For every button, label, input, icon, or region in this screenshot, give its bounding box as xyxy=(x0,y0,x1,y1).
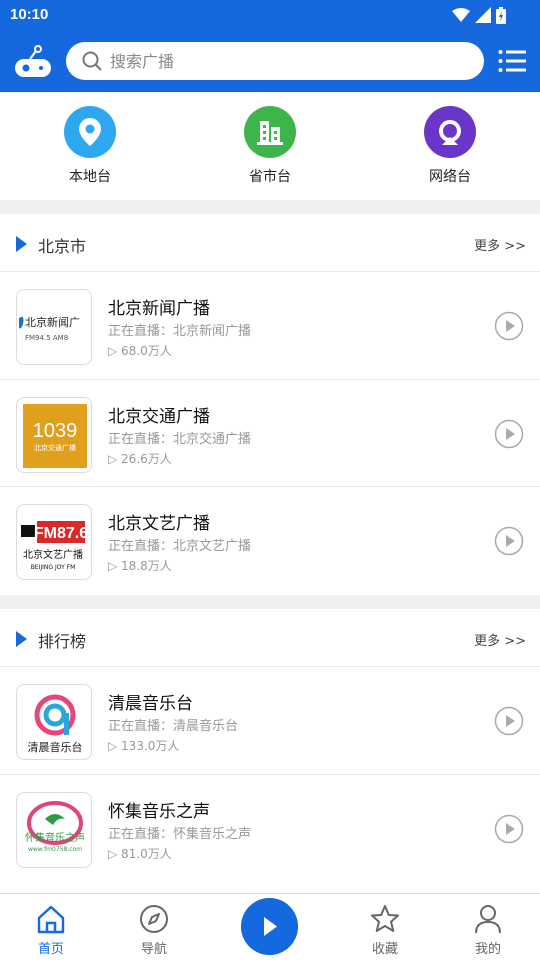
section-marker-icon xyxy=(16,236,27,252)
category-label: 本地台 xyxy=(69,169,111,185)
home-icon xyxy=(37,905,65,934)
tab-favorites[interactable]: 收藏 xyxy=(340,894,430,960)
listener-count: 18.8万人 xyxy=(121,559,172,573)
category-label: 省市台 xyxy=(249,169,291,185)
svg-text:清晨音乐台: 清晨音乐台 xyxy=(28,740,83,754)
station-listeners: ▷ 18.8万人 xyxy=(108,559,172,573)
category-local[interactable]: 本地台 xyxy=(40,106,140,186)
tab-navigation[interactable]: 导航 xyxy=(109,894,199,960)
station-logo: 北京新闻广 FM94.5 AM8 xyxy=(16,289,92,365)
tab-label: 导航 xyxy=(140,942,167,957)
listener-count: 68.0万人 xyxy=(121,344,172,358)
station-name: 北京交通广播 xyxy=(108,406,210,427)
station-name: 怀集音乐之声 xyxy=(108,801,210,822)
player-play-button[interactable] xyxy=(241,898,298,955)
more-link[interactable]: 更多 >> xyxy=(474,630,526,649)
section-ranking: 排行榜 更多 >> 清晨音乐台 清晨音乐台 正在直播：清晨音乐台 ▷ 133.0… xyxy=(0,609,540,893)
section-marker-icon xyxy=(16,631,27,647)
play-circle-icon[interactable] xyxy=(494,814,524,844)
network-icon xyxy=(424,106,476,158)
section-beijing: 北京市 更多 >> 北京新闻广 FM94.5 AM8 北京新闻广播 正在直播：北… xyxy=(0,214,540,595)
section-title: 排行榜 xyxy=(38,632,87,651)
building-icon xyxy=(244,106,296,158)
station-logo: 1039 北京交通广播 xyxy=(16,396,92,473)
listener-count: 26.6万人 xyxy=(121,451,172,466)
svg-text:FM94.5 AM8: FM94.5 AM8 xyxy=(25,334,68,342)
section-title: 北京市 xyxy=(38,237,87,256)
status-bar: 10:10 xyxy=(0,0,540,30)
app-bar xyxy=(0,30,540,92)
user-icon xyxy=(475,905,501,934)
play-circle-icon[interactable] xyxy=(494,706,524,736)
station-logo: 怀集音乐之声 www.fm0758.com xyxy=(16,791,92,868)
tab-profile[interactable]: 我的 xyxy=(443,894,533,960)
station-name: 北京文艺广播 xyxy=(108,514,210,534)
tab-label: 首页 xyxy=(37,942,64,957)
status-icons xyxy=(452,6,506,24)
category-bar: 本地台 省市台 网络台 xyxy=(0,92,540,200)
svg-text:www.fm0758.com: www.fm0758.com xyxy=(28,846,82,853)
station-row[interactable]: FM87.6 北京文艺广播 BEIJING JOY FM 北京文艺广播 正在直播… xyxy=(0,487,540,595)
play-circle-icon[interactable] xyxy=(494,419,524,449)
section-header: 排行榜 更多 >> xyxy=(0,609,540,667)
play-circle-icon[interactable] xyxy=(494,311,524,341)
station-name: 清晨音乐台 xyxy=(108,694,193,714)
tab-home[interactable]: 首页 xyxy=(6,894,96,960)
svg-text:北京交通广播: 北京交通广播 xyxy=(34,443,76,452)
listener-count: 81.0万人 xyxy=(121,846,172,861)
radio-logo-icon[interactable] xyxy=(14,45,52,79)
station-listeners: ▷ 26.6万人 xyxy=(108,451,172,466)
station-live: 正在直播：清晨音乐台 xyxy=(108,719,239,734)
station-live: 正在直播：北京新闻广播 xyxy=(108,324,252,339)
category-province[interactable]: 省市台 xyxy=(220,106,320,186)
station-logo-art: 北京新闻广 FM94.5 AM8 xyxy=(19,315,80,342)
category-label: 网络台 xyxy=(429,169,471,185)
svg-text:北京新闻广: 北京新闻广 xyxy=(25,315,80,329)
list-menu-icon[interactable] xyxy=(498,49,526,73)
station-row[interactable]: 清晨音乐台 清晨音乐台 正在直播：清晨音乐台 ▷ 133.0万人 xyxy=(0,667,540,775)
category-network[interactable]: 网络台 xyxy=(400,106,500,186)
section-header: 北京市 更多 >> xyxy=(0,214,540,272)
tab-label: 收藏 xyxy=(371,942,398,957)
star-icon xyxy=(371,905,399,932)
station-listeners: ▷ 81.0万人 xyxy=(108,846,172,861)
station-row[interactable]: 1039 北京交通广播 北京交通广播 正在直播：北京交通广播 ▷ 26.6万人 xyxy=(0,380,540,487)
status-time: 10:10 xyxy=(10,6,49,23)
location-pin-icon xyxy=(64,106,116,158)
station-row[interactable]: 怀集音乐之声 www.fm0758.com 怀集音乐之声 正在直播：怀集音乐之声… xyxy=(0,775,540,883)
station-listeners: ▷ 68.0万人 xyxy=(108,344,172,358)
station-logo: 清晨音乐台 xyxy=(16,684,92,760)
svg-text:北京文艺广播: 北京文艺广播 xyxy=(23,548,83,561)
svg-text:BEIJING JOY FM: BEIJING JOY FM xyxy=(31,564,76,571)
station-live: 正在直播：怀集音乐之声 xyxy=(108,826,252,842)
play-circle-icon[interactable] xyxy=(494,526,524,556)
search-bar[interactable] xyxy=(66,42,484,80)
search-icon xyxy=(82,51,102,71)
signal-icon xyxy=(475,7,491,23)
battery-icon xyxy=(496,6,506,24)
tab-label: 我的 xyxy=(474,942,501,957)
more-link[interactable]: 更多 >> xyxy=(474,235,526,254)
station-logo-art: 清晨音乐台 xyxy=(28,694,83,754)
station-logo: FM87.6 北京文艺广播 BEIJING JOY FM xyxy=(16,504,92,580)
station-name: 北京新闻广播 xyxy=(108,299,210,319)
search-input[interactable] xyxy=(110,48,470,74)
svg-text:1039: 1039 xyxy=(33,420,78,442)
listener-count: 133.0万人 xyxy=(121,739,180,753)
station-logo-art: FM87.6 北京文艺广播 BEIJING JOY FM xyxy=(21,521,88,571)
wifi-icon xyxy=(452,8,470,22)
station-logo-art: 1039 北京交通广播 xyxy=(23,403,87,468)
station-logo-art: 怀集音乐之声 www.fm0758.com xyxy=(25,800,85,853)
compass-icon xyxy=(140,905,168,933)
svg-text:FM87.6: FM87.6 xyxy=(34,525,88,542)
station-live: 正在直播：北京文艺广播 xyxy=(108,539,252,554)
station-listeners: ▷ 133.0万人 xyxy=(108,739,180,753)
station-live: 正在直播：北京交通广播 xyxy=(108,431,252,447)
station-row[interactable]: 北京新闻广 FM94.5 AM8 北京新闻广播 正在直播：北京新闻广播 ▷ 68… xyxy=(0,272,540,380)
svg-text:怀集音乐之声: 怀集音乐之声 xyxy=(25,831,85,844)
